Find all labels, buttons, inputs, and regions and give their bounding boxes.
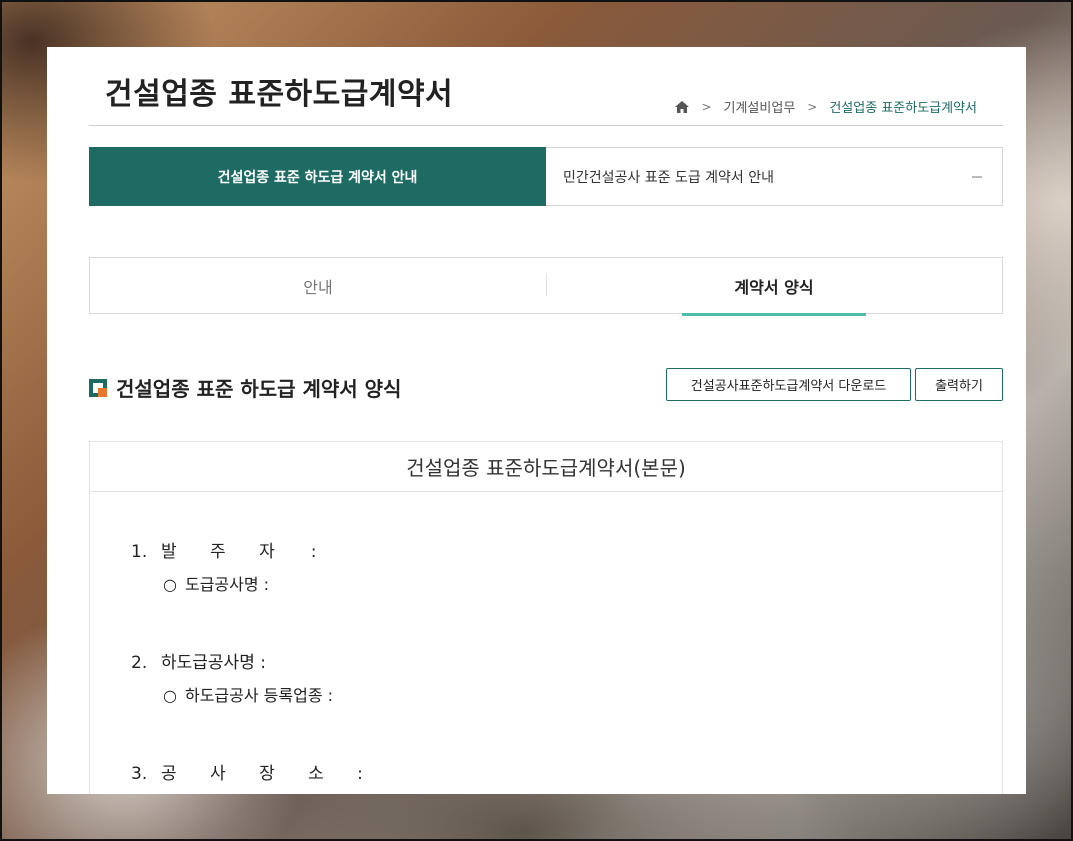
list-item: 3. 공 사 장 소 : xyxy=(131,759,377,784)
subitem-label: 도급공사명 : xyxy=(184,575,270,594)
content-panel: 건설업종 표준하도급계약서 > 기계설비업무 > 건설업종 표준하도급계약서 건… xyxy=(47,47,1026,794)
contract-document: 건설업종 표준하도급계약서(본문) 1. 발 주 자: ○ 도급공사명 : 2. 하도… xyxy=(89,441,1003,794)
item-label: 공 사 장 소 : xyxy=(161,764,377,784)
title-divider xyxy=(89,125,1003,126)
home-icon[interactable] xyxy=(675,100,690,113)
subtab-guide[interactable]: 안내 xyxy=(90,258,546,313)
item-colon: : xyxy=(310,542,317,562)
breadcrumb: > 기계설비업무 > 건설업종 표준하도급계약서 xyxy=(675,97,977,116)
main-tab-bar: 건설업종 표준 하도급 계약서 안내 민간건설공사 표준 도급 계약서 안내 xyxy=(89,147,1003,206)
subitem-label: 하도급공사 등록업종 : xyxy=(184,686,334,705)
active-tab-indicator xyxy=(682,313,866,316)
list-item: 1. 발 주 자: xyxy=(131,537,316,562)
list-item: 2. 하도급공사명 : xyxy=(131,648,266,673)
list-subitem: ○ 도급공사명 : xyxy=(163,571,269,595)
chevron-right-icon: > xyxy=(701,99,712,114)
item-number: 3. xyxy=(131,764,148,784)
item-label: 하도급공사명 : xyxy=(161,653,266,673)
tab-subcontract-guide[interactable]: 건설업종 표준 하도급 계약서 안내 xyxy=(89,147,546,206)
download-button[interactable]: 건설공사표준하도급계약서 다운로드 xyxy=(666,368,911,401)
list-subitem: ○ 하도급공사 등록업종 : xyxy=(163,682,333,706)
bullet-circle: ○ xyxy=(163,686,177,705)
chevron-right-icon: > xyxy=(807,99,818,114)
section-header: 건설업종 표준 하도급 계약서 양식 xyxy=(89,373,401,402)
breadcrumb-current[interactable]: 건설업종 표준하도급계약서 xyxy=(829,97,977,116)
square-bullet-icon xyxy=(89,378,107,397)
page-title: 건설업종 표준하도급계약서 xyxy=(105,77,454,112)
breadcrumb-item[interactable]: 기계설비업무 xyxy=(724,97,796,116)
sub-tab-bar: 안내 계약서 양식 xyxy=(89,257,1003,314)
print-button[interactable]: 출력하기 xyxy=(915,368,1003,401)
subtab-contract-form[interactable]: 계약서 양식 xyxy=(546,258,1002,313)
item-label: 발 주 자 xyxy=(161,542,289,562)
tab-private-contract-guide[interactable]: 민간건설공사 표준 도급 계약서 안내 xyxy=(546,148,1002,205)
minus-icon xyxy=(972,175,982,178)
section-title: 건설업종 표준 하도급 계약서 양식 xyxy=(116,377,402,401)
item-number: 2. xyxy=(131,653,148,673)
document-title: 건설업종 표준하도급계약서(본문) xyxy=(90,442,1002,492)
item-number: 1. xyxy=(131,542,148,562)
tab-label: 민간건설공사 표준 도급 계약서 안내 xyxy=(563,169,774,186)
bullet-circle: ○ xyxy=(163,575,177,594)
